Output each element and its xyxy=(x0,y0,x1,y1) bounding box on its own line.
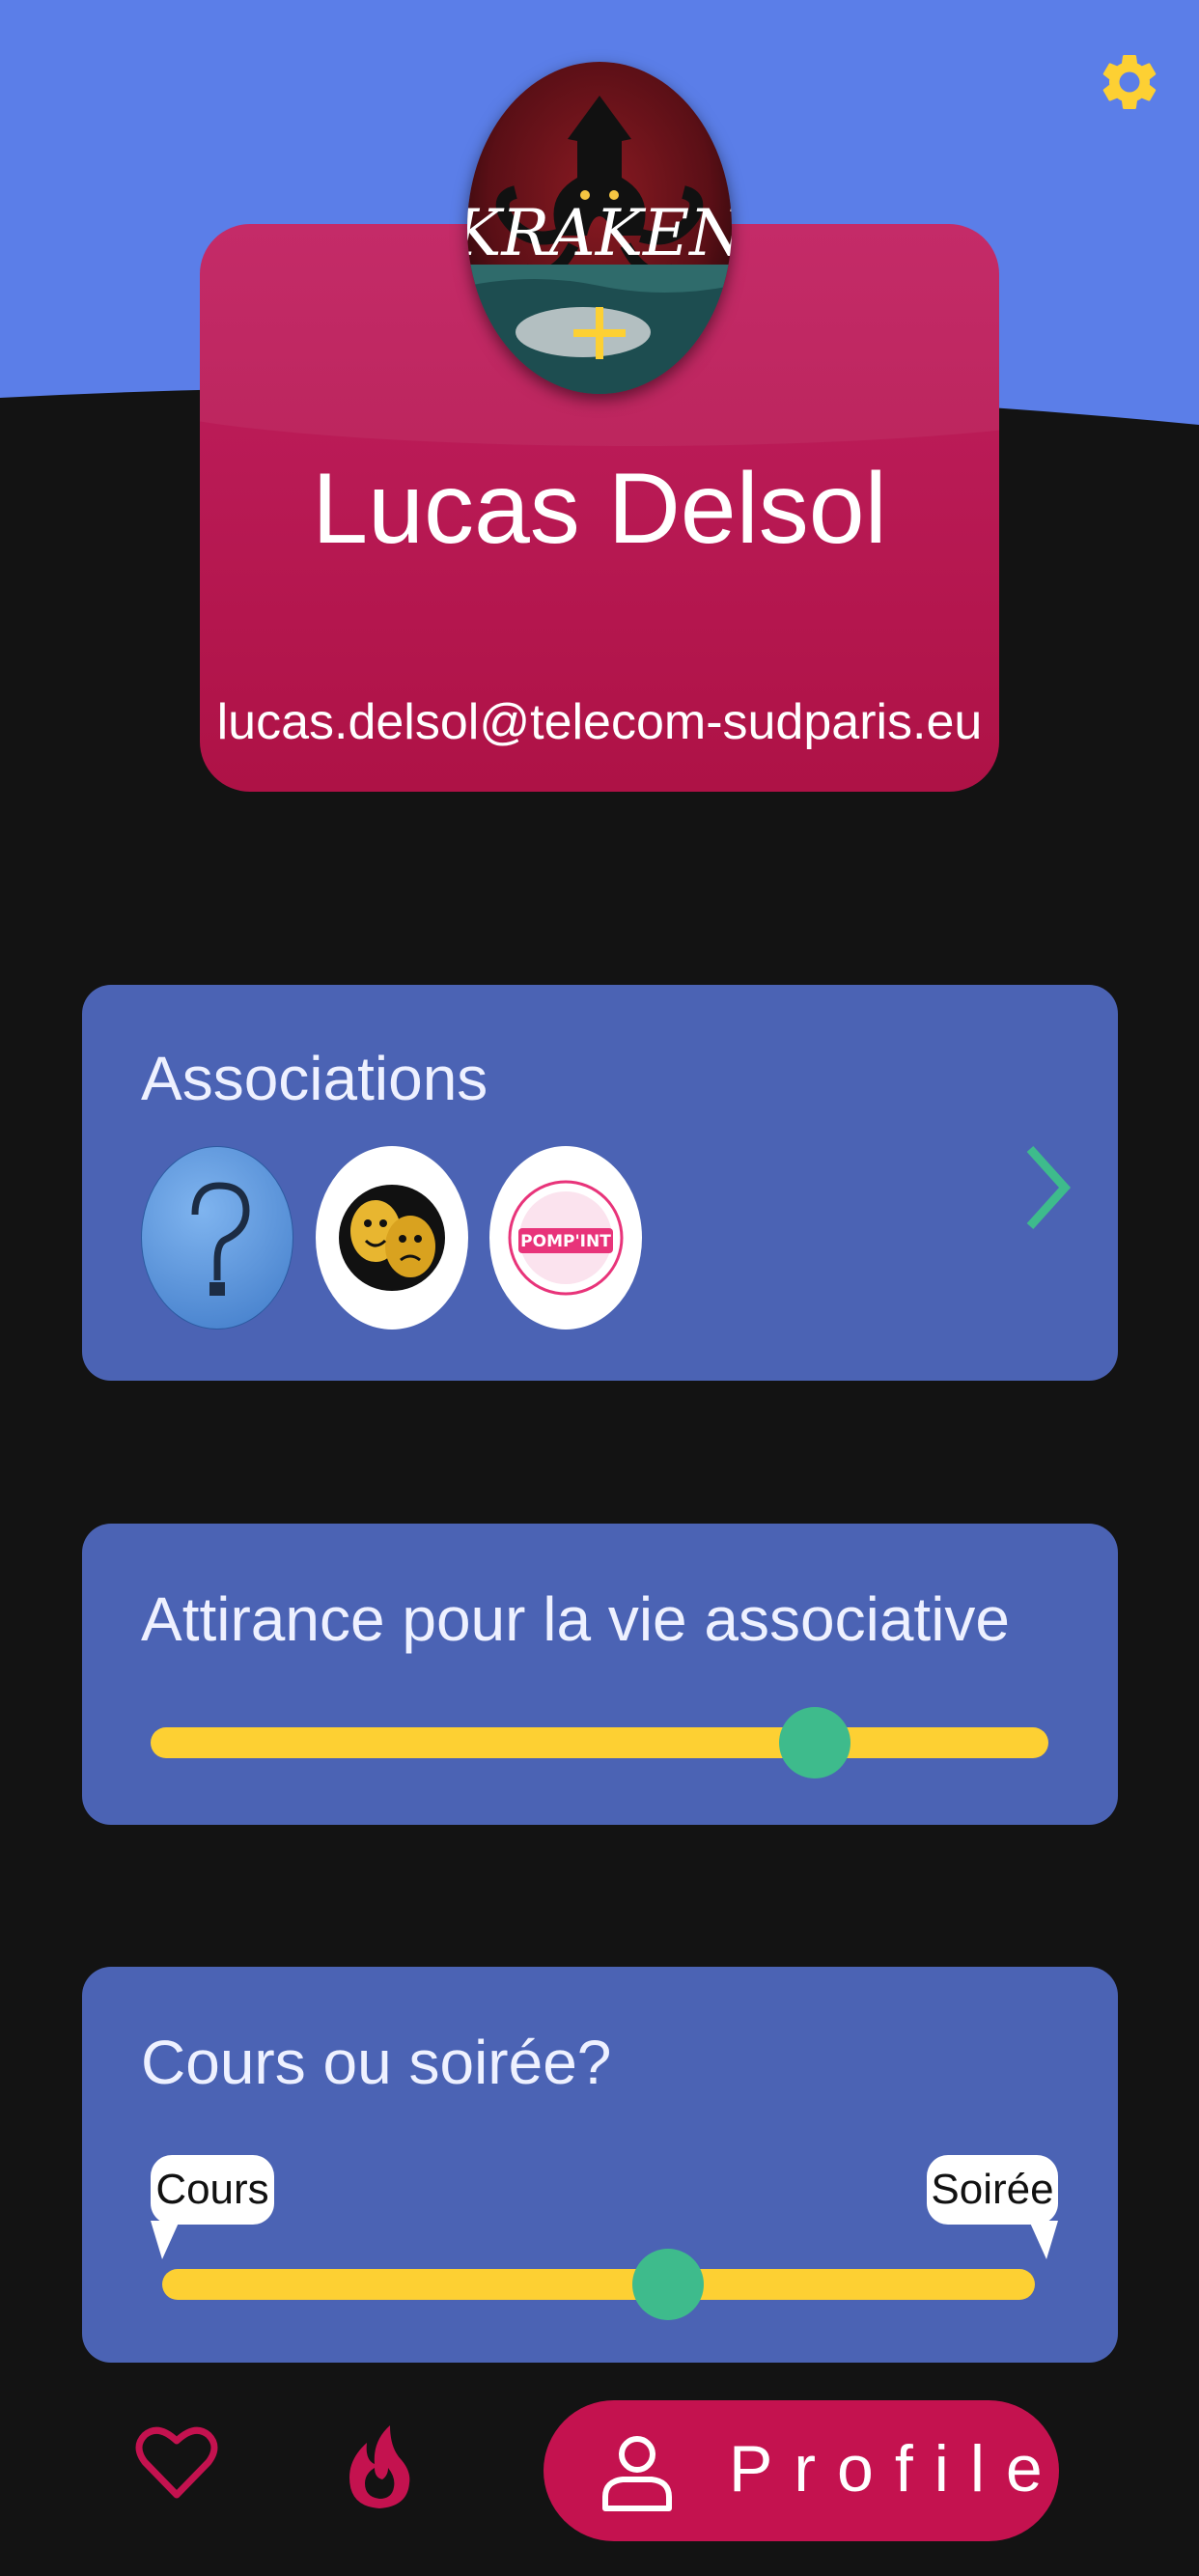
person-icon xyxy=(602,2436,672,2511)
attraction-title: Attirance pour la vie associative xyxy=(141,1584,1010,1654)
gear-icon[interactable] xyxy=(1096,43,1163,121)
association-logo-theater[interactable] xyxy=(316,1146,468,1330)
cours-label: Cours xyxy=(155,2166,269,2213)
course-party-slider-thumb[interactable] xyxy=(632,2249,705,2320)
avatar-text: KRAKEN xyxy=(467,196,732,270)
course-party-slider-track[interactable] xyxy=(162,2269,1035,2300)
theater-masks-logo xyxy=(339,1185,445,1291)
attraction-panel: Attirance pour la vie associative xyxy=(82,1524,1118,1825)
pompint-logo: POMP'INT xyxy=(508,1180,624,1296)
cours-label-bubble: Cours xyxy=(151,2155,274,2225)
question-mark-logo xyxy=(191,1182,250,1296)
chevron-right-icon[interactable] xyxy=(1018,1139,1076,1236)
soiree-label: Soirée xyxy=(931,2166,1054,2213)
soiree-label-bubble: Soirée xyxy=(927,2155,1058,2225)
flame-icon[interactable] xyxy=(346,2422,413,2510)
profile-email: lucas.delsol@telecom-sudparis.eu xyxy=(216,694,983,750)
profile-nav-label: Profile xyxy=(729,2432,1064,2506)
add-photo-icon[interactable] xyxy=(568,301,631,365)
attraction-slider-thumb[interactable] xyxy=(779,1707,851,1778)
pompint-text: POMP'INT xyxy=(520,1232,611,1251)
attraction-slider-track[interactable] xyxy=(151,1727,1048,1758)
profile-nav-button[interactable]: Profile xyxy=(544,2400,1059,2541)
course-party-title: Cours ou soirée? xyxy=(141,2028,612,2097)
soiree-bubble-tail xyxy=(1029,2221,1058,2259)
heart-icon[interactable] xyxy=(135,2423,218,2503)
associations-title: Associations xyxy=(141,1044,488,1113)
profile-name: Lucas Delsol xyxy=(312,453,887,565)
association-logo-pompint[interactable]: POMP'INT xyxy=(489,1146,642,1330)
cours-bubble-tail xyxy=(151,2221,180,2259)
association-logo-question[interactable] xyxy=(141,1146,293,1330)
